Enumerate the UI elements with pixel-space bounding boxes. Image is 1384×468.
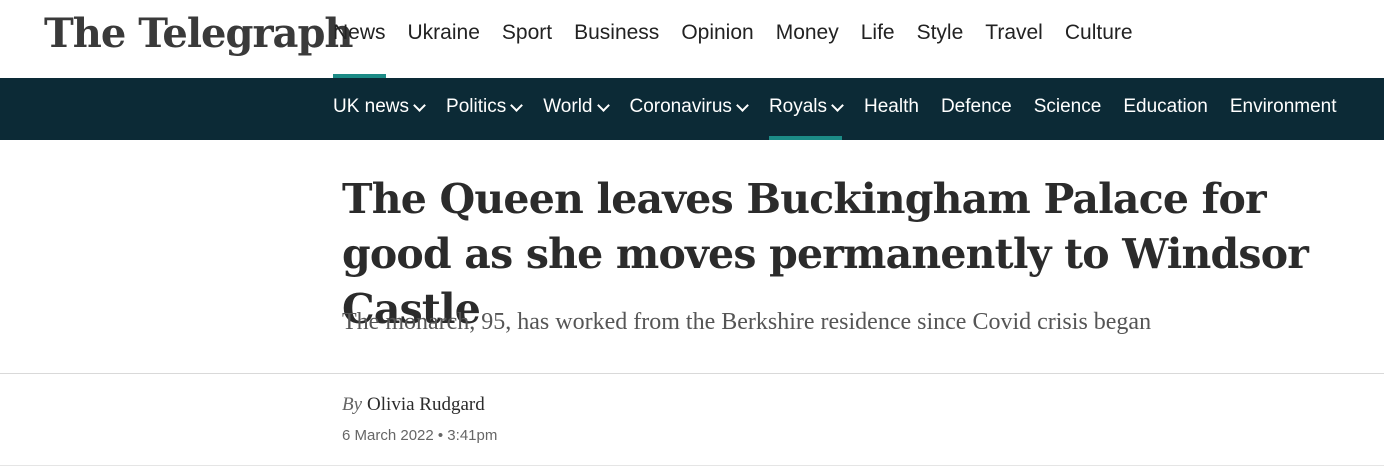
section-item-label: Science (1033, 96, 1102, 117)
primary-nav: News Ukraine Sport Business Opinion Mone… (333, 0, 1155, 78)
nav-item-style[interactable]: Style (917, 0, 964, 78)
section-item-label: Coronavirus (629, 96, 732, 117)
byline: By Olivia Rudgard (342, 394, 485, 416)
section-nav: UK news Politics World Coronavirus Royal… (333, 78, 1359, 140)
byline-prefix: By (342, 394, 363, 415)
chevron-down-icon (510, 99, 524, 112)
nav-item-life[interactable]: Life (861, 0, 895, 78)
nav-item-travel[interactable]: Travel (985, 0, 1043, 78)
section-item-science[interactable]: Science (1034, 78, 1102, 140)
section-item-label: World (543, 96, 593, 117)
section-item-label: Politics (446, 96, 507, 117)
nav-item-culture[interactable]: Culture (1065, 0, 1133, 78)
author-link[interactable]: Olivia Rudgard (367, 394, 485, 415)
section-item-education[interactable]: Education (1123, 78, 1208, 140)
divider (0, 465, 1384, 466)
section-item-label: Defence (940, 96, 1012, 117)
section-item-label: UK news (333, 96, 410, 117)
section-item-label: Education (1123, 96, 1208, 117)
nav-item-ukraine[interactable]: Ukraine (408, 0, 480, 78)
telegraph-logo[interactable]: The Telegraph (44, 10, 354, 58)
section-item-label: Environment (1229, 96, 1337, 117)
section-item-world[interactable]: World (543, 78, 610, 140)
section-item-environment[interactable]: Environment (1230, 78, 1337, 140)
section-item-label: Royals (768, 96, 828, 117)
nav-item-money[interactable]: Money (776, 0, 839, 78)
nav-item-opinion[interactable]: Opinion (681, 0, 753, 78)
nav-item-business[interactable]: Business (574, 0, 659, 78)
section-item-politics[interactable]: Politics (446, 78, 524, 140)
divider (0, 373, 1384, 374)
nav-item-news[interactable]: News (333, 0, 386, 78)
section-item-coronavirus[interactable]: Coronavirus (629, 78, 749, 140)
chevron-down-icon (736, 99, 749, 112)
section-item-label: Health (864, 96, 919, 117)
article-standfirst: The monarch, 95, has worked from the Ber… (342, 309, 1152, 335)
chevron-down-icon (413, 99, 426, 112)
publish-date: 6 March 2022 • 3:41pm (342, 427, 498, 444)
section-item-health[interactable]: Health (864, 78, 919, 140)
section-item-uk-news[interactable]: UK news (333, 78, 426, 140)
chevron-down-icon (831, 99, 844, 112)
section-item-defence[interactable]: Defence (941, 78, 1012, 140)
section-nav-bar: UK news Politics World Coronavirus Royal… (0, 78, 1384, 140)
nav-item-sport[interactable]: Sport (502, 0, 552, 78)
chevron-down-icon (596, 99, 610, 112)
masthead: The Telegraph News Ukraine Sport Busines… (0, 0, 1384, 78)
section-item-royals[interactable]: Royals (768, 78, 844, 140)
